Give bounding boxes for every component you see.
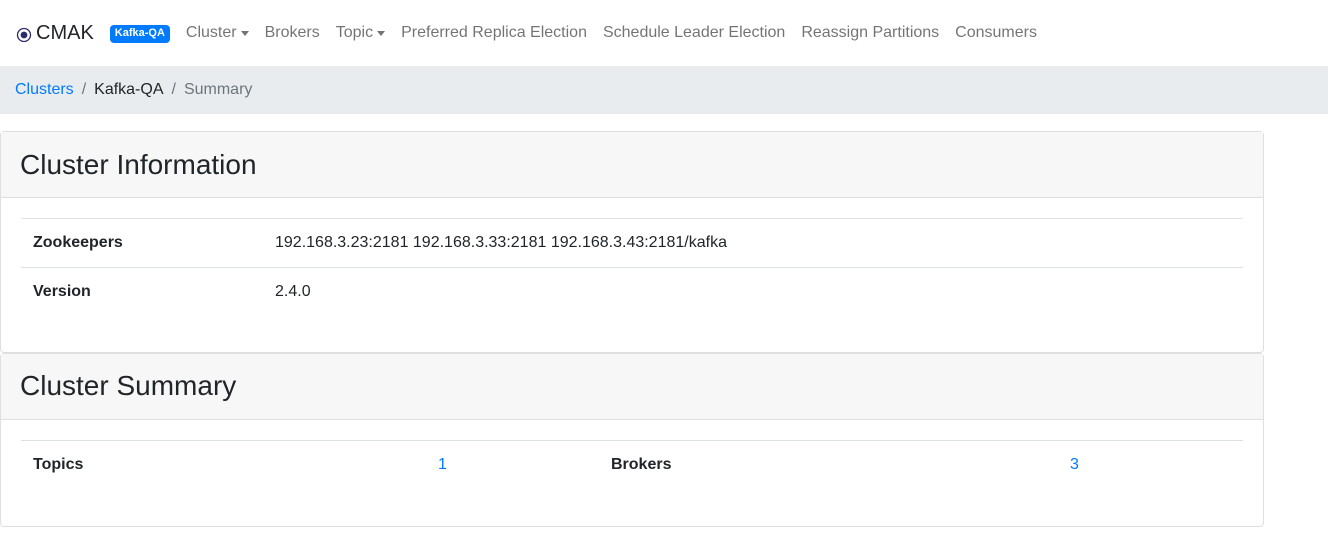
cluster-info-table: Zookeepers 192.168.3.23:2181 192.168.3.3… (21, 218, 1243, 317)
version-label: Version (21, 267, 263, 317)
breadcrumb: Clusters / Kafka-QA / Summary (0, 66, 1328, 114)
nav-brokers-label: Brokers (264, 24, 320, 41)
top-navbar: CMAK Kafka-QA Cluster Brokers Topic Pref… (0, 0, 1328, 66)
nav-topic-dropdown[interactable]: Topic (328, 24, 393, 42)
brokers-count-link[interactable]: 3 (1070, 456, 1079, 473)
card-body: Topics 1 Brokers 3 (1, 420, 1263, 527)
cluster-badge: Kafka-QA (109, 25, 170, 43)
nav-brokers[interactable]: Brokers (257, 24, 328, 42)
brokers-label: Brokers (599, 439, 1058, 489)
nav-reassign-partitions-label: Reassign Partitions (801, 24, 940, 41)
nav-schedule-leader-election[interactable]: Schedule Leader Election (595, 24, 793, 42)
version-value: 2.4.0 (263, 267, 1243, 317)
table-row: Topics 1 Brokers 3 (21, 439, 1243, 489)
breadcrumb-current: Summary (183, 81, 253, 98)
nav-preferred-replica-election[interactable]: Preferred Replica Election (393, 24, 595, 42)
cluster-summary-table: Topics 1 Brokers 3 (21, 439, 1243, 489)
nav-schedule-leader-election-label: Schedule Leader Election (602, 24, 786, 41)
nav-reassign-partitions[interactable]: Reassign Partitions (793, 24, 947, 42)
nav-cluster-dropdown[interactable]: Cluster (178, 24, 257, 42)
nav-consumers[interactable]: Consumers (947, 24, 1045, 42)
caret-down-icon (377, 31, 386, 36)
topics-count-link[interactable]: 1 (438, 456, 447, 473)
topics-label: Topics (21, 439, 426, 489)
card-title: Cluster Information (20, 148, 257, 180)
cluster-information-card: Cluster Information Zookeepers 192.168.3… (0, 131, 1264, 353)
nav-topic-label: Topic (335, 24, 374, 41)
zookeepers-label: Zookeepers (21, 218, 263, 268)
nav-consumers-label: Consumers (955, 24, 1037, 41)
main-content: Cluster Information Zookeepers 192.168.3… (0, 114, 1328, 527)
breadcrumb-clusters-link[interactable]: Clusters (15, 81, 74, 99)
table-row: Version 2.4.0 (21, 267, 1243, 317)
brokers-cell: 3 (1058, 439, 1243, 489)
brand-name: CMAK (36, 21, 94, 44)
nav-cluster-label: Cluster (185, 24, 237, 41)
radio-circle-icon (16, 27, 32, 42)
breadcrumb-separator: / (81, 81, 87, 98)
zookeepers-value: 192.168.3.23:2181 192.168.3.33:2181 192.… (263, 218, 1243, 268)
card-header: Cluster Summary (1, 353, 1263, 420)
breadcrumb-separator: / (171, 81, 176, 98)
brand-link[interactable]: CMAK (16, 22, 94, 45)
breadcrumb-cluster: Kafka-QA (94, 81, 164, 98)
topics-cell: 1 (426, 439, 599, 489)
card-title: Cluster Summary (20, 370, 237, 401)
caret-down-icon (240, 31, 249, 36)
nav-preferred-replica-election-label: Preferred Replica Election (401, 24, 587, 41)
table-row: Zookeepers 192.168.3.23:2181 192.168.3.3… (21, 218, 1243, 268)
card-header: Cluster Information (1, 132, 1263, 198)
cluster-summary-card: Cluster Summary Topics 1 Brokers 3 (0, 352, 1264, 527)
card-body: Zookeepers 192.168.3.23:2181 192.168.3.3… (1, 198, 1263, 352)
